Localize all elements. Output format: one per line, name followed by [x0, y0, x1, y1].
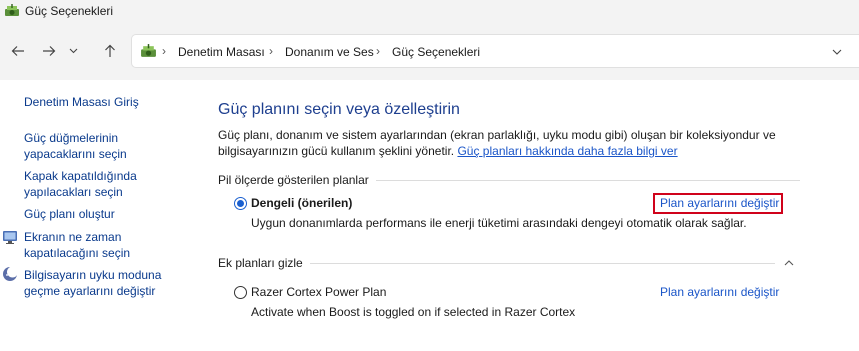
breadcrumb-hardware-sound[interactable]: Donanım ve Ses	[285, 45, 374, 59]
breadcrumb-separator: ›	[376, 44, 380, 58]
breadcrumb-separator: ›	[162, 44, 166, 58]
battery-plans-group-label: Pil ölçerde gösterilen planlar	[218, 173, 369, 187]
sidebar-item-label: yapacaklarını seçin	[24, 147, 127, 161]
sidebar-item-label: Bilgisayarın uyku moduna	[24, 268, 162, 282]
sidebar-item-sleep-settings[interactable]: Bilgisayarın uyku moduna geçme ayarların…	[24, 267, 161, 299]
arrow-left-icon	[11, 46, 24, 56]
back-button[interactable]	[6, 39, 30, 63]
window-title: Güç Seçenekleri	[25, 4, 114, 18]
sidebar-item-label: geçme ayarlarını değiştir	[24, 284, 156, 298]
address-bar[interactable]: › Denetim Masası › Donanım ve Ses › Güç …	[131, 34, 859, 68]
group-divider	[310, 263, 775, 264]
group-divider	[376, 180, 800, 181]
breadcrumb-control-panel[interactable]: Denetim Masası	[178, 45, 265, 59]
plan-name-balanced[interactable]: Dengeli (önerilen)	[251, 196, 352, 210]
plan-radio-razer[interactable]	[234, 286, 247, 299]
navigation-bar: › Denetim Masası › Donanım ve Ses › Güç …	[0, 24, 859, 80]
plan-description-balanced: Uygun donanımlarda performans ile enerji…	[251, 216, 747, 230]
forward-button[interactable]	[37, 39, 61, 63]
chevron-down-icon[interactable]	[830, 46, 844, 58]
plan-radio-balanced[interactable]	[234, 197, 247, 210]
sidebar-item-label: Güç düğmelerinin	[24, 131, 119, 145]
description-line: Güç planı, donanım ve sistem ayarlarında…	[218, 128, 776, 142]
sidebar-item-power-buttons[interactable]: Güç düğmelerinin yapacaklarını seçin	[24, 130, 127, 162]
change-plan-settings-link-razer[interactable]: Plan ayarlarını değiştir	[660, 285, 779, 299]
sidebar-item-label: Güç planı oluştur	[24, 207, 115, 221]
power-options-icon	[5, 4, 19, 16]
title-bar: Güç Seçenekleri	[0, 0, 859, 24]
breadcrumb-power-options[interactable]: Güç Seçenekleri	[392, 45, 480, 59]
sidebar-item-create-plan[interactable]: Güç planı oluştur	[24, 206, 115, 222]
plan-description-razer: Activate when Boost is toggled on if sel…	[251, 305, 576, 319]
extra-plans-group-label[interactable]: Ek planları gizle	[218, 256, 303, 270]
chevron-down-icon	[69, 48, 77, 54]
recent-locations-button[interactable]	[64, 39, 82, 63]
breadcrumb-separator: ›	[269, 44, 273, 58]
page-title: Güç planını seçin veya özelleştirin	[218, 101, 460, 118]
description-text: bilgisayarınızın gücü kullanım şeklini y…	[218, 144, 455, 158]
learn-more-link[interactable]: Güç planları hakkında daha fazla bilgi v…	[457, 144, 677, 158]
sidebar-item-label: yapılacakları seçin	[24, 185, 123, 199]
page-description: Güç planı, donanım ve sistem ayarlarında…	[218, 127, 818, 159]
chevron-up-icon[interactable]	[783, 258, 795, 268]
sidebar-item-label: kapatılacağını seçin	[24, 246, 131, 260]
sidebar-item-display-off[interactable]: Ekranın ne zaman kapatılacağını seçin	[24, 229, 130, 261]
description-line: bilgisayarınızın gücü kullanım şeklini y…	[218, 143, 818, 159]
control-panel-icon	[141, 44, 156, 57]
up-button[interactable]	[98, 39, 122, 63]
sleep-moon-icon	[3, 266, 18, 281]
plan-name-razer[interactable]: Razer Cortex Power Plan	[251, 285, 386, 299]
sidebar-item-label: Ekranın ne zaman	[24, 230, 122, 244]
sidebar-home-link[interactable]: Denetim Masası Giriş	[24, 94, 139, 110]
display-icon	[3, 231, 17, 244]
arrow-up-icon	[105, 44, 115, 57]
sidebar-item-lid-close[interactable]: Kapak kapatıldığında yapılacakları seçin	[24, 168, 137, 200]
change-plan-settings-link-balanced[interactable]: Plan ayarlarını değiştir	[660, 196, 779, 210]
arrow-right-icon	[43, 46, 56, 56]
sidebar-item-label: Kapak kapatıldığında	[24, 169, 137, 183]
